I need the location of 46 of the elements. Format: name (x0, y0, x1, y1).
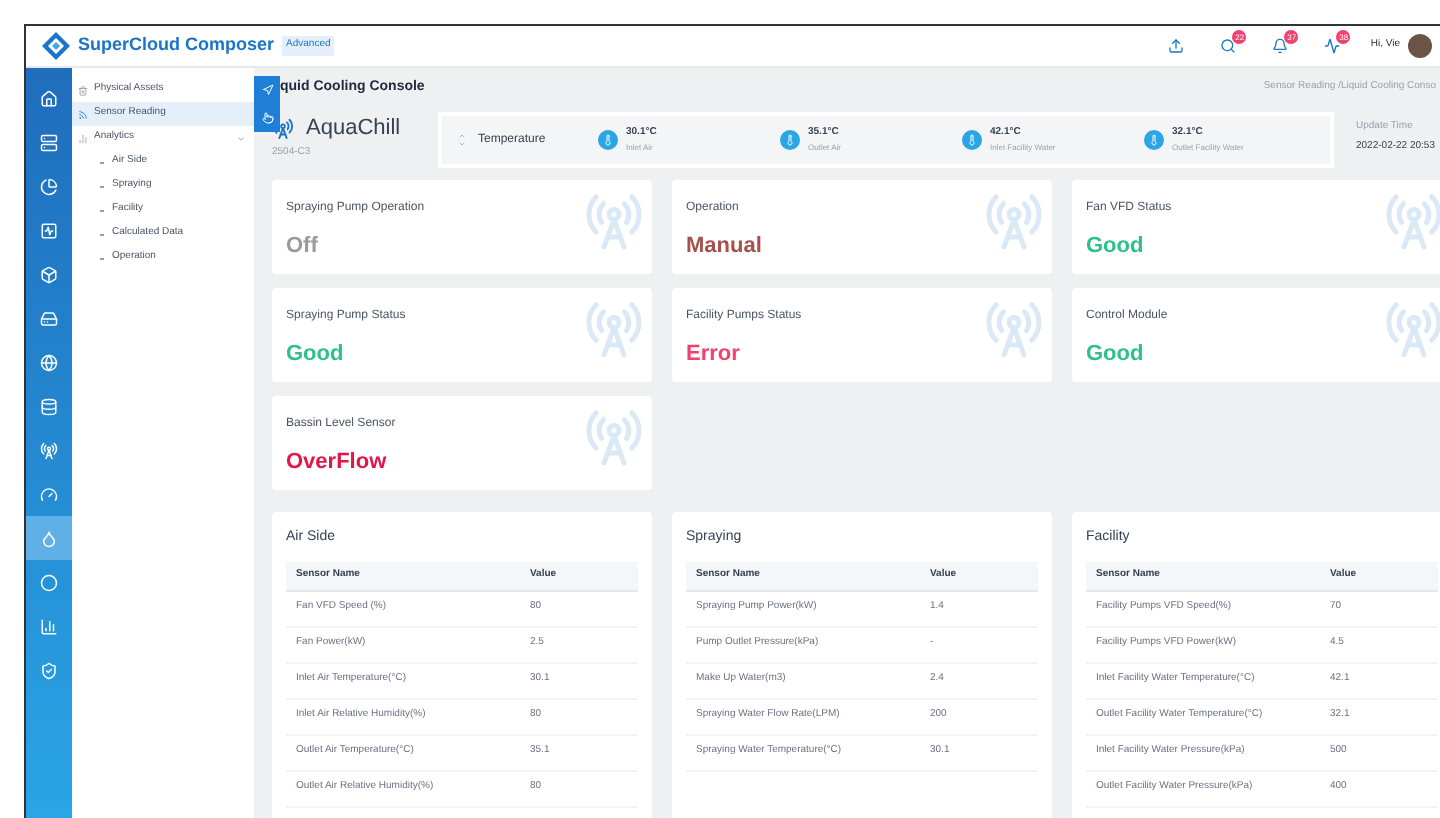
tower-icon (584, 300, 644, 360)
tower-icon (1384, 300, 1440, 360)
server-icon (40, 133, 58, 151)
database-icon (40, 397, 58, 415)
drive-icon (40, 309, 58, 327)
tower-icon (1384, 192, 1440, 252)
gauge-icon (40, 485, 58, 503)
globe-icon (40, 353, 58, 371)
logo-icon (42, 32, 70, 60)
droplet-icon (40, 529, 58, 547)
tower-icon (584, 408, 644, 468)
thermometer-badge (780, 130, 800, 150)
navigation-icon[interactable] (261, 84, 273, 96)
device-name: AquaChill (306, 114, 401, 144)
status-value: OverFlow (286, 448, 389, 478)
chart-icon (40, 221, 58, 239)
bar-chart-icon (78, 133, 88, 143)
tower-icon (272, 117, 294, 140)
tower-icon (984, 300, 1044, 360)
shield-icon (40, 661, 58, 679)
status-value: Error (686, 340, 742, 370)
trash-icon (78, 85, 88, 95)
thermometer-badge (962, 130, 982, 150)
tower-icon (40, 441, 58, 459)
thermometer-badge (598, 130, 618, 150)
pie-chart-icon (40, 177, 58, 195)
status-value: Good (286, 340, 346, 370)
tower-icon (584, 192, 644, 252)
circle-icon (40, 573, 58, 591)
thermometer-badge (1144, 130, 1164, 150)
bell-icon (1272, 38, 1289, 54)
activity-icon (1324, 38, 1341, 54)
status-value: Off (286, 232, 320, 262)
pointer-icon[interactable] (261, 112, 273, 124)
brand-name: SuperCloud Composer (78, 32, 275, 59)
bar-chart-icon (40, 617, 58, 635)
avatar[interactable] (1408, 34, 1432, 58)
search-icon (1220, 38, 1237, 54)
status-value: Good (1086, 340, 1146, 370)
box-icon (40, 265, 58, 283)
status-value: Good (1086, 232, 1146, 262)
tower-icon (984, 192, 1044, 252)
signal-icon (78, 109, 88, 119)
status-value: Manual (686, 232, 764, 262)
home-icon (40, 89, 58, 107)
upload-icon (1168, 38, 1185, 54)
